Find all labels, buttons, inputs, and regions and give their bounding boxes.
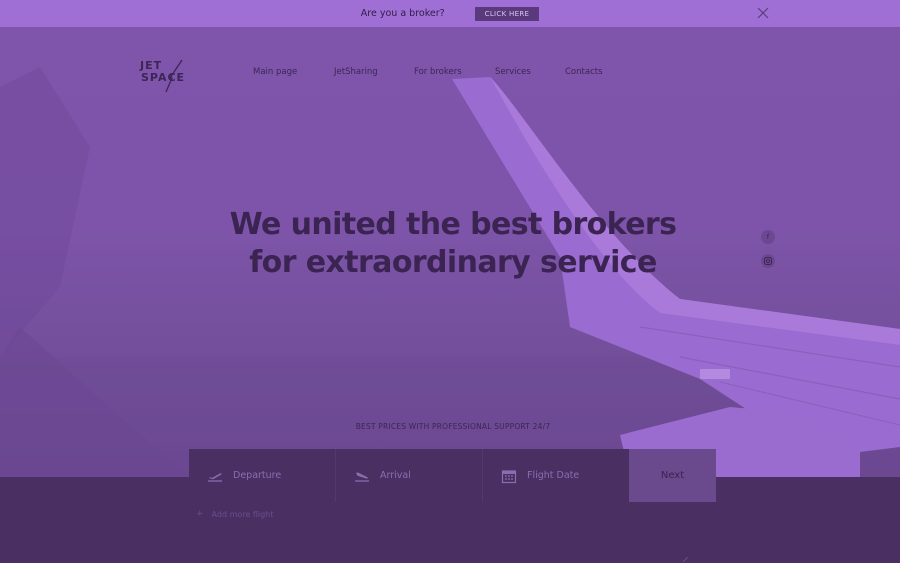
add-more-flight-link[interactable]: + Add more flight xyxy=(196,509,273,519)
plus-icon: + xyxy=(196,509,204,519)
hero-section: JET SPACE Main page JetSharing For broke… xyxy=(0,27,900,477)
arrival-field[interactable]: Arrival xyxy=(336,449,483,502)
plane-landing-icon xyxy=(355,472,369,482)
instagram-glyph-icon xyxy=(764,257,772,265)
calendar-icon xyxy=(501,469,517,483)
next-button[interactable]: Next xyxy=(629,449,716,502)
nav-services[interactable]: Services xyxy=(495,67,565,77)
click-here-button[interactable]: CLICK HERE xyxy=(474,6,540,21)
add-more-flight-label: Add more flight xyxy=(211,509,274,519)
arrival-label: Arrival xyxy=(380,470,411,481)
hero-tagline: BEST PRICES WITH PROFESSIONAL SUPPORT 24… xyxy=(355,422,551,431)
instagram-icon[interactable] xyxy=(761,254,775,268)
nav-contacts[interactable]: Contacts xyxy=(565,67,603,77)
logo-swoosh-icon xyxy=(165,59,183,93)
broker-banner: Are you a broker? CLICK HERE xyxy=(0,0,900,27)
departure-field[interactable]: Departure xyxy=(189,449,336,502)
plane-takeoff-icon xyxy=(208,472,222,482)
scroll-indicator-icon xyxy=(683,557,689,563)
flight-date-label: Flight Date xyxy=(527,470,580,481)
flight-date-field[interactable]: Flight Date xyxy=(483,449,629,502)
broker-question: Are you a broker? xyxy=(360,8,445,19)
facebook-icon[interactable]: f xyxy=(761,230,775,244)
nav-jetsharing[interactable]: JetSharing xyxy=(334,67,414,77)
departure-label: Departure xyxy=(233,470,282,481)
jetspace-logo[interactable]: JET SPACE xyxy=(140,60,190,96)
flight-search-form: Departure Arrival Flight Date Next xyxy=(189,449,716,502)
hero-headline: We united the best brokers for extraordi… xyxy=(0,206,900,282)
nav-for-brokers[interactable]: For brokers xyxy=(414,67,495,77)
close-icon[interactable] xyxy=(757,7,769,19)
nav-main-page[interactable]: Main page xyxy=(253,67,334,77)
main-nav: Main page JetSharing For brokers Service… xyxy=(253,67,603,77)
facebook-glyph: f xyxy=(766,233,770,241)
